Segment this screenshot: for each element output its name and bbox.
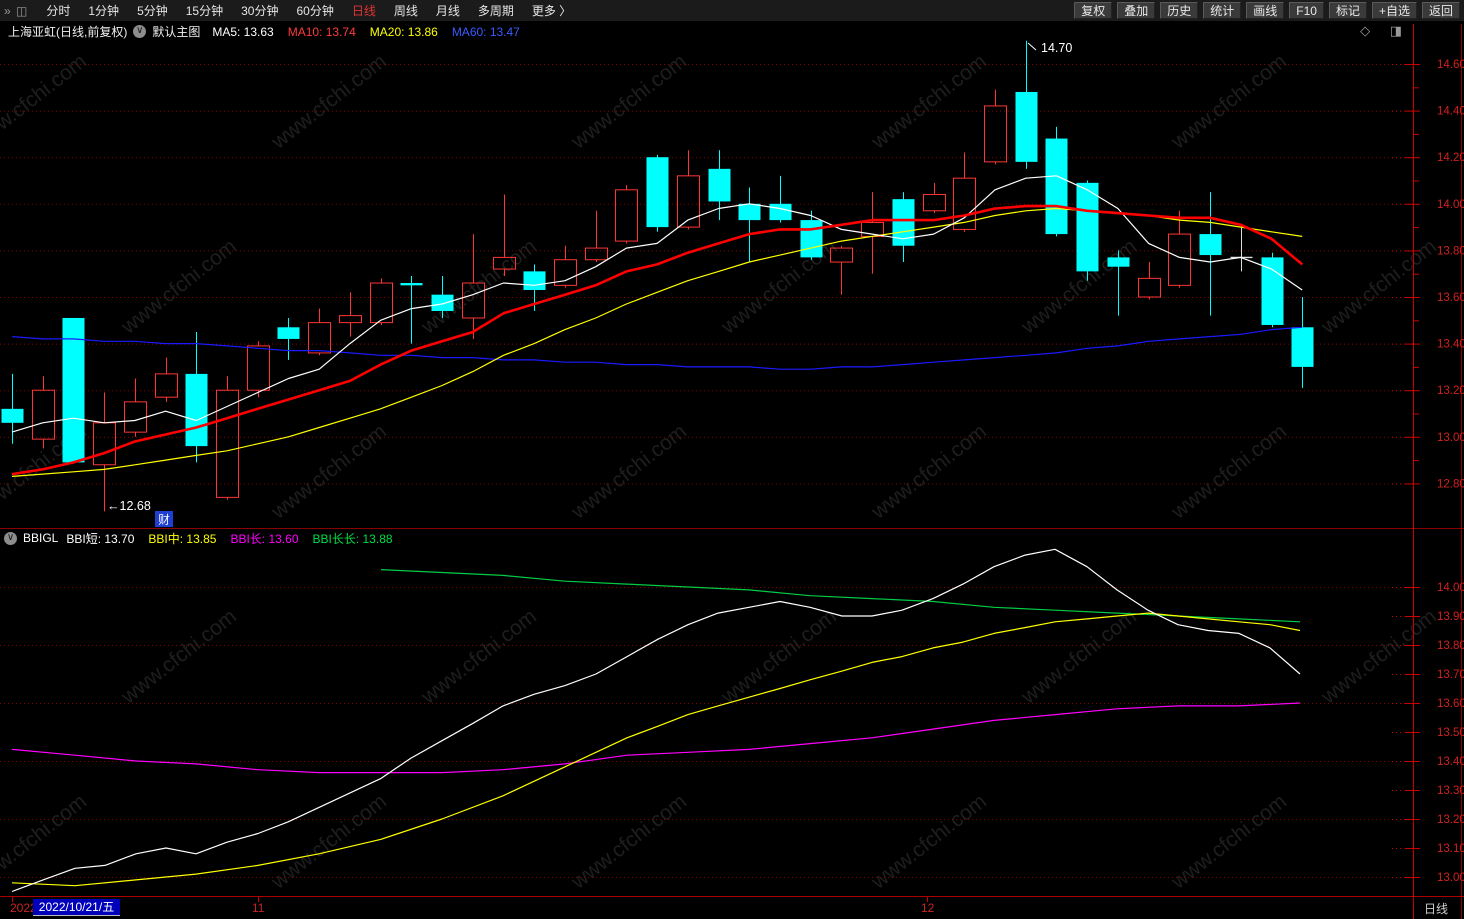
axis-price-label: 14.00	[1437, 199, 1464, 211]
candle	[400, 283, 423, 286]
candle	[93, 422, 116, 466]
axis-price-label: 13.30	[1437, 785, 1464, 797]
axis-price-label: 13.40	[1437, 339, 1464, 351]
axis-price-label: 13.20	[1437, 814, 1464, 826]
candle	[1199, 234, 1222, 256]
indicator-values: BBI短: 13.70 BBI中: 13.85 BBI长: 13.60 BBI长长: …	[66, 530, 406, 547]
axis-price-label: 14.00	[1437, 582, 1464, 594]
axis-price-label: 12.80	[1437, 478, 1464, 490]
candle	[1168, 233, 1191, 286]
axis-price-label: 13.20	[1437, 385, 1464, 397]
candle	[1076, 182, 1099, 272]
indicator-value-label: BBI中: 13.85	[148, 531, 217, 546]
chart-canvas[interactable]: 14.60 14.40 14.20 14.00 13.80 13.60 13.40 13.20…	[0, 0, 1464, 919]
indicator-line-BBI中	[11, 612, 1301, 887]
axis-price-label: 14.40	[1437, 106, 1464, 118]
axis-price-label: 14.60	[1437, 59, 1464, 71]
indicator-name[interactable]: BBIGL	[23, 531, 58, 545]
candle	[462, 282, 485, 319]
candle	[277, 327, 300, 339]
candle	[339, 315, 362, 324]
candle	[830, 247, 853, 263]
candle	[585, 247, 608, 261]
candle	[155, 373, 178, 398]
trading-app-window: » ◫ 分时 1分钟 5分钟 15分钟 30分钟 60分钟 日线 周线 月线 多周期 更多 〉 复权…	[0, 0, 1464, 919]
candle	[1107, 257, 1130, 267]
candle	[1138, 277, 1161, 298]
selected-date-box: 2022/10/21/五	[33, 899, 120, 916]
annotation-high-price: 14.70	[1041, 41, 1072, 55]
candle	[1261, 257, 1284, 325]
axis-price-label: 13.00	[1437, 432, 1464, 444]
indicator-value-label: BBI长长: 13.88	[312, 531, 393, 546]
axis-price-label: 13.70	[1437, 669, 1464, 681]
candle	[32, 389, 55, 440]
axis-price-label: 13.60	[1437, 698, 1464, 710]
ma-line-MA60	[11, 326, 1303, 370]
candle	[493, 256, 516, 270]
chevron-down-icon[interactable]: ∨	[4, 531, 17, 545]
axis-month-label: 12	[921, 901, 935, 915]
axis-price-label: 13.60	[1437, 292, 1464, 304]
period-indicator: 日线	[1424, 902, 1449, 916]
candle	[615, 189, 638, 242]
annotation-line	[1027, 42, 1037, 51]
candle	[523, 271, 546, 291]
candle	[185, 373, 208, 447]
axis-month-label: 11	[252, 901, 265, 915]
candle	[923, 193, 946, 212]
news-badge: 财	[158, 513, 170, 527]
candle	[738, 203, 761, 221]
axis-price-label: 13.90	[1437, 611, 1464, 623]
indicator-line-BBI短	[11, 548, 1301, 893]
candle	[769, 203, 792, 221]
indicator-line-BBI长	[11, 702, 1301, 774]
annotation-low-price: ←12.68	[107, 499, 151, 513]
candle	[708, 168, 731, 202]
axis-year-label: 2022	[10, 901, 33, 915]
indicator-value-label: BBI短: 13.70	[66, 531, 135, 546]
candle	[800, 220, 823, 258]
axis-price-label: 13.10	[1437, 843, 1464, 855]
candle	[1291, 327, 1314, 367]
axis-price-label: 14.20	[1437, 152, 1464, 164]
axis-price-label: 13.00	[1437, 872, 1464, 884]
candle	[431, 294, 454, 311]
candle	[247, 345, 270, 391]
indicator-header: ∨ BBIGL BBI短: 13.70 BBI中: 13.85 BBI长: 13.6…	[0, 530, 1410, 546]
axis-price-label: 13.80	[1437, 640, 1464, 652]
axis-price-label: 13.40	[1437, 756, 1464, 768]
candle	[1015, 91, 1038, 162]
candle	[1, 408, 24, 423]
candle	[308, 322, 331, 354]
candle	[984, 105, 1007, 163]
candle	[646, 157, 669, 228]
candle	[1045, 138, 1068, 235]
axis-price-label: 13.50	[1437, 727, 1464, 739]
axis-price-label: 13.80	[1437, 245, 1464, 257]
candle	[124, 401, 147, 433]
date-axis: 2022 2022/10/21/五 11 12 日线	[0, 897, 1464, 919]
indicator-value-label: BBI长: 13.60	[230, 531, 299, 546]
